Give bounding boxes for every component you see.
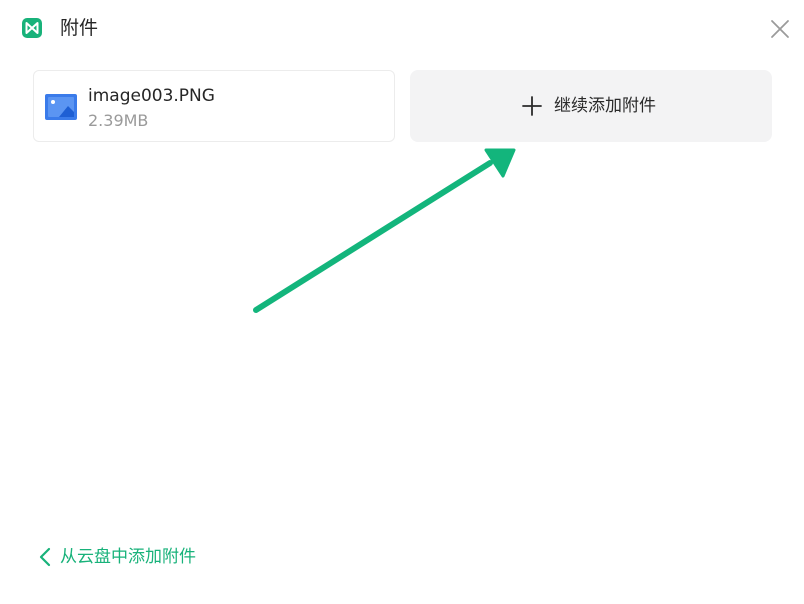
close-icon — [771, 20, 789, 38]
annotation-arrow-shaft — [253, 160, 493, 313]
add-from-cloud-label: 从云盘中添加附件 — [60, 547, 196, 567]
attachment-file-size: 2.39MB — [88, 111, 149, 130]
annotation-arrow-head — [484, 148, 516, 178]
dialog-title: 附件 — [60, 17, 99, 39]
add-attachment-label: 继续添加附件 — [554, 96, 656, 116]
add-attachment-button[interactable]: 继续添加附件 — [410, 70, 772, 142]
close-button[interactable] — [766, 16, 794, 42]
attachment-item[interactable]: image003.PNG 2.39MB — [33, 70, 395, 142]
chevron-left-icon — [39, 547, 51, 567]
plus-icon — [522, 96, 542, 116]
app-logo-icon — [22, 18, 42, 38]
attachment-file-name: image003.PNG — [88, 86, 215, 106]
image-file-icon — [45, 94, 77, 120]
attachments-dialog: 附件 image003.PNG 2.39MB 继续添加附件 从云盘中添加附件 — [0, 0, 804, 604]
titlebar: 附件 — [0, 0, 804, 58]
